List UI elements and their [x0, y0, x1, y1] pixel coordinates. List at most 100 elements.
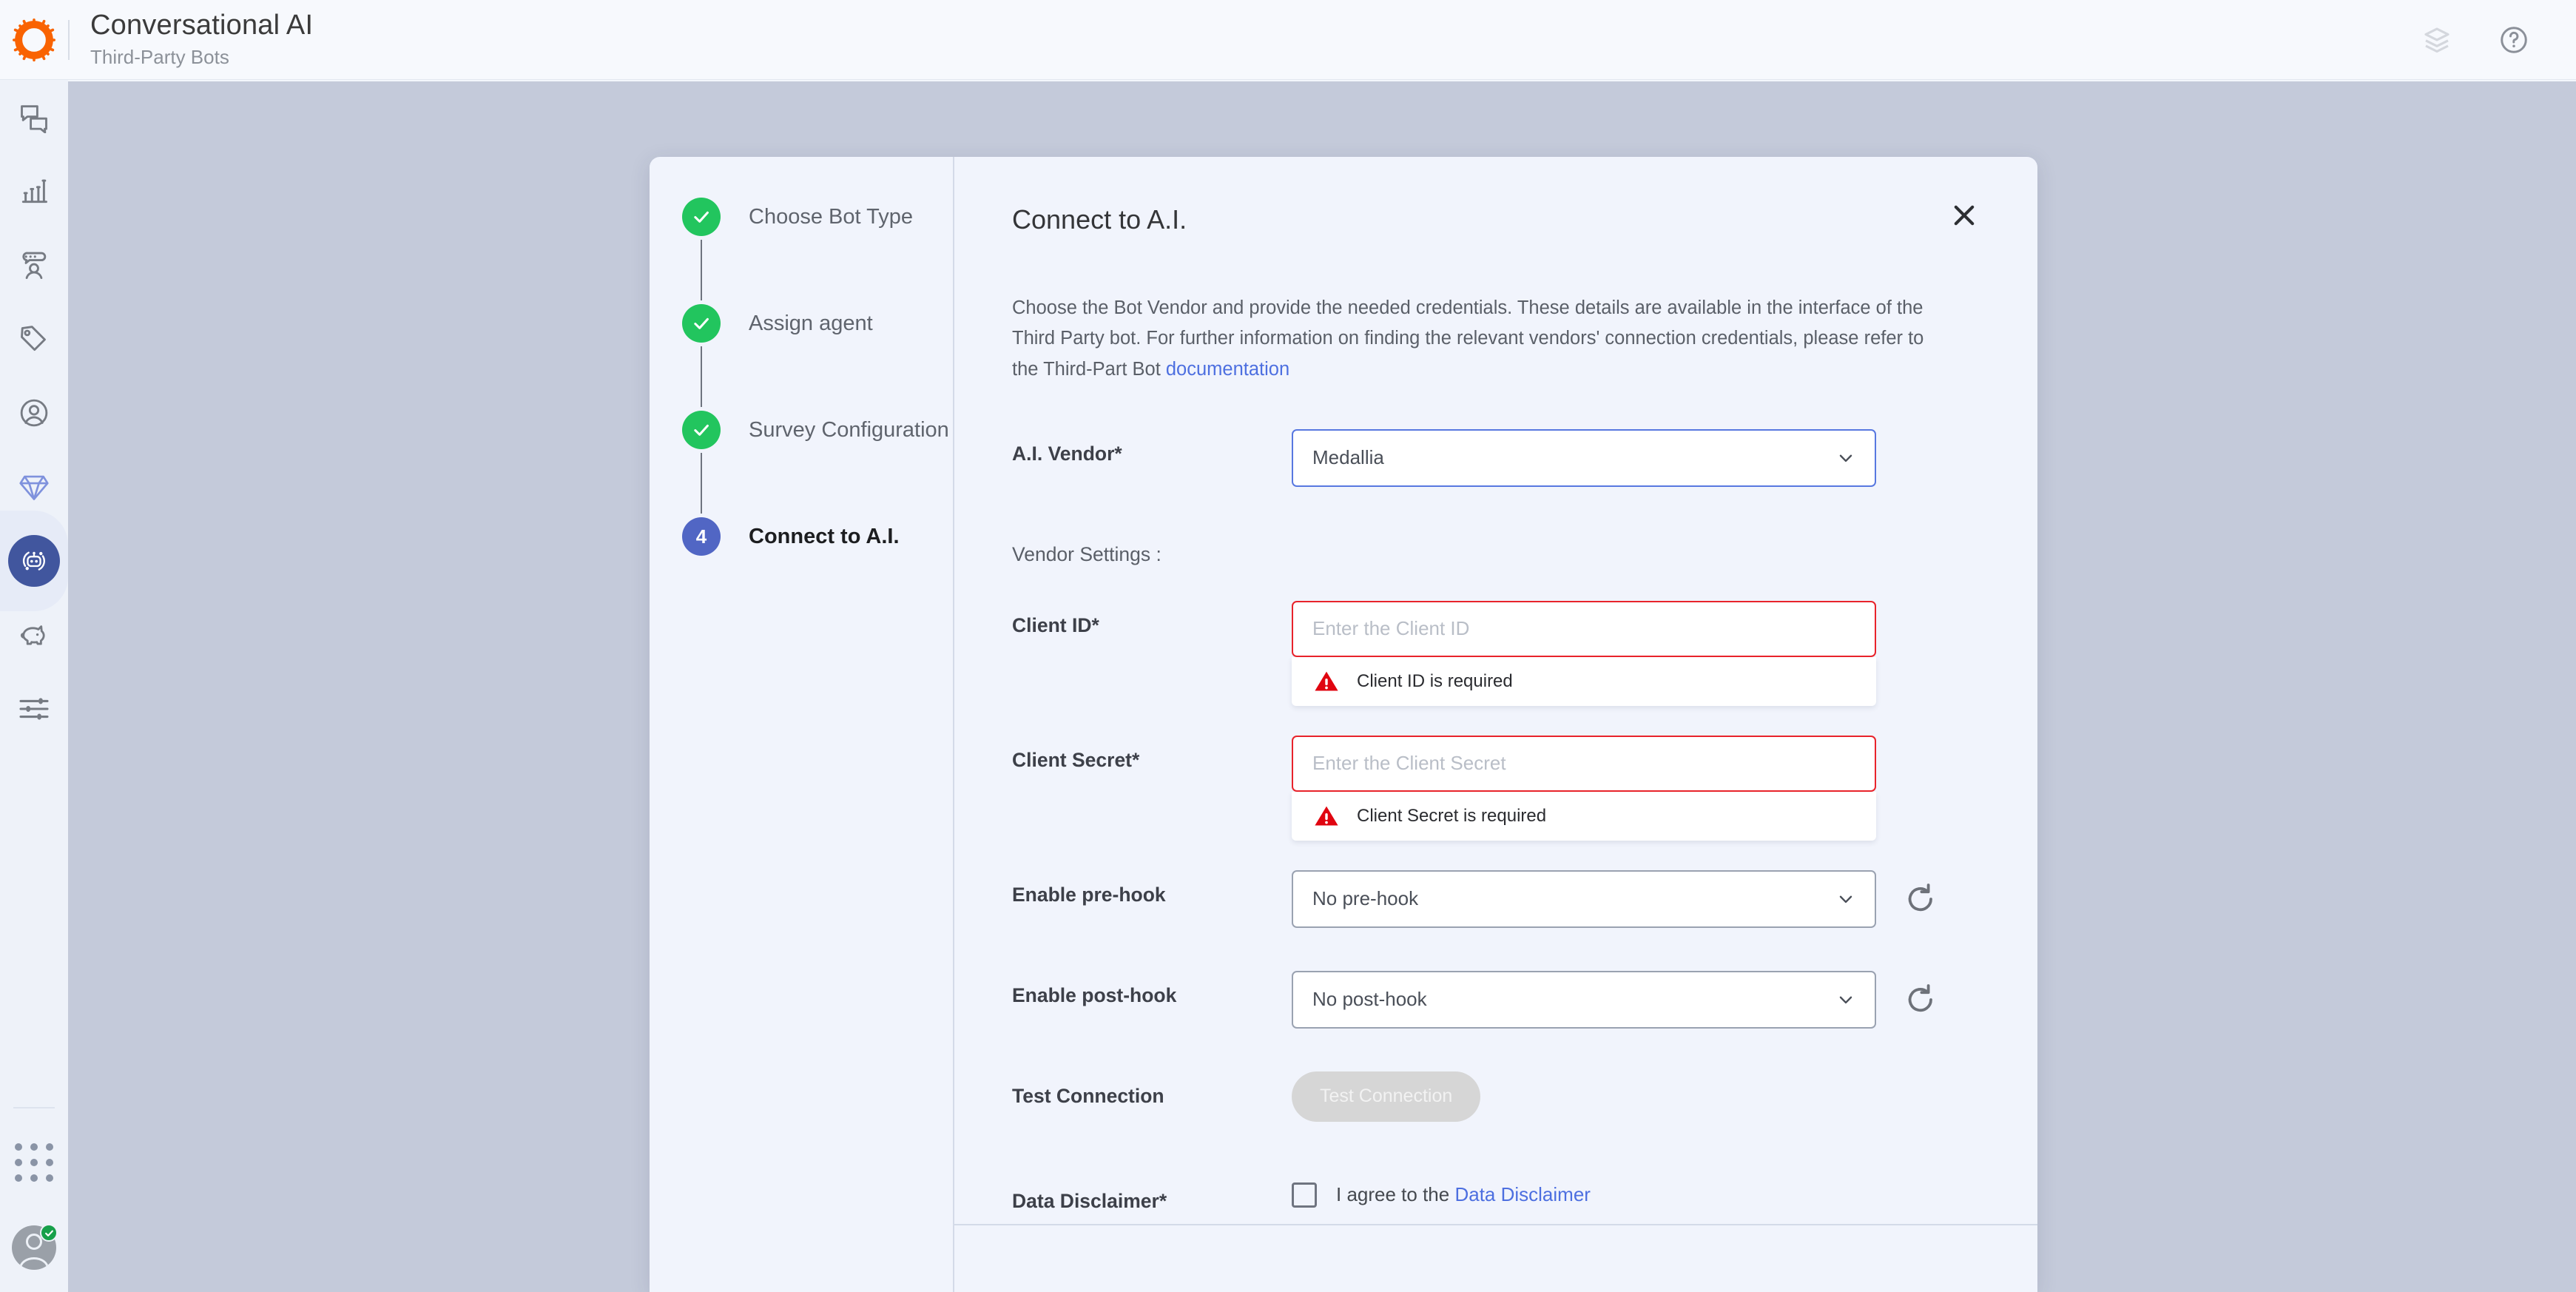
- post-hook-wrap: No post-hook: [1292, 970, 1980, 1029]
- check-icon: [694, 424, 709, 436]
- field-row-data-disclaimer: Data Disclaimer* I agree to the Data Dis…: [1012, 1177, 1980, 1218]
- pre-hook-value: No pre-hook: [1312, 887, 1419, 910]
- data-disclaimer-link[interactable]: Data Disclaimer: [1454, 1183, 1591, 1205]
- chat-bubbles-icon: [21, 105, 47, 133]
- header-actions: [2418, 21, 2576, 59]
- client-secret-control: Client Secret is required: [1292, 735, 1980, 841]
- close-icon[interactable]: [1941, 192, 1987, 238]
- step-survey-configuration[interactable]: Survey Configuration: [682, 407, 954, 453]
- post-hook-value: No post-hook: [1312, 988, 1427, 1011]
- pig-bank-icon: [20, 625, 45, 645]
- connection-form: A.I. Vendor* Medallia Vendor Settings :: [1012, 428, 1980, 1218]
- data-disclaimer-checkbox[interactable]: [1292, 1182, 1317, 1208]
- status-badge-online: [40, 1224, 58, 1242]
- sidebar-item-campaigns[interactable]: [0, 598, 68, 672]
- user-circle-icon: [20, 399, 48, 427]
- ai-vendor-value: Medallia: [1312, 446, 1384, 469]
- help-circle-icon[interactable]: [2495, 21, 2533, 59]
- sidebar-item-conversations[interactable]: [0, 80, 68, 154]
- apps-grid-icon[interactable]: [0, 1122, 68, 1203]
- client-secret-error-text: Client Secret is required: [1357, 805, 1547, 826]
- sidebar-item-conversational-ai[interactable]: [0, 511, 68, 611]
- sidebar-item-settings[interactable]: [0, 672, 68, 746]
- step-assign-agent[interactable]: Assign agent: [682, 300, 954, 346]
- data-disclaimer-checkbox-row: I agree to the Data Disclaimer: [1292, 1177, 1980, 1208]
- ai-vendor-control: Medallia: [1292, 428, 1980, 487]
- test-connection-label: Test Connection: [1012, 1084, 1164, 1107]
- pre-hook-label: Enable pre-hook: [1012, 883, 1166, 906]
- modal-footer: [954, 1224, 2037, 1292]
- top-header-bar: Conversational AI Third-Party Bots: [0, 0, 2576, 80]
- modal-description: Choose the Bot Vendor and provide the ne…: [1012, 293, 1952, 385]
- step-badge-current: 4: [682, 517, 721, 556]
- data-disclaimer-control: I agree to the Data Disclaimer: [1292, 1177, 1980, 1208]
- data-disclaimer-text: I agree to the Data Disclaimer: [1336, 1183, 1591, 1206]
- post-hook-select[interactable]: No post-hook: [1292, 970, 1876, 1029]
- sliders-icon: [19, 698, 49, 720]
- client-id-control: Client ID is required: [1292, 600, 1980, 706]
- field-row-pre-hook: Enable pre-hook No pre-hook: [1012, 869, 1980, 928]
- step-label: Connect to A.I.: [749, 524, 900, 548]
- check-icon: [694, 211, 709, 223]
- client-secret-error-tooltip: Client Secret is required: [1292, 791, 1876, 841]
- step-connect-to-ai[interactable]: 4 Connect to A.I.: [682, 514, 954, 559]
- active-nav-indicator: [8, 535, 60, 587]
- app-logo[interactable]: [0, 18, 68, 61]
- test-connection-button[interactable]: Test Connection: [1292, 1071, 1481, 1122]
- connect-to-ai-modal: Choose Bot Type Assign agent Survey Conf…: [650, 157, 2037, 1292]
- step-choose-bot-type[interactable]: Choose Bot Type: [682, 194, 954, 240]
- header-divider: [68, 19, 70, 60]
- layers-icon[interactable]: [2418, 21, 2456, 59]
- gear-icon: [13, 18, 55, 61]
- diamond-icon: [19, 475, 49, 500]
- client-id-error-tooltip: Client ID is required: [1292, 656, 1876, 706]
- client-id-error-text: Client ID is required: [1357, 670, 1513, 691]
- page-subtitle: Third-Party Bots: [90, 46, 229, 69]
- user-avatar[interactable]: [0, 1203, 68, 1292]
- post-hook-refresh-icon[interactable]: [1901, 980, 1940, 1019]
- tag-icon: [21, 326, 46, 351]
- pre-hook-select[interactable]: No pre-hook: [1292, 869, 1876, 928]
- documentation-link[interactable]: documentation: [1166, 359, 1289, 380]
- pre-hook-refresh-icon[interactable]: [1901, 880, 1940, 918]
- step-badge-done: [682, 198, 721, 236]
- field-row-post-hook: Enable post-hook No post-hook: [1012, 970, 1980, 1029]
- client-id-input[interactable]: [1292, 600, 1876, 657]
- sidebar-item-tags[interactable]: [0, 302, 68, 376]
- sidebar-item-agents[interactable]: [0, 228, 68, 302]
- step-connector: [701, 346, 702, 407]
- modal-content: Connect to A.I. Choose the Bot Vendor an…: [954, 157, 2037, 1292]
- step-badge-done: [682, 304, 721, 343]
- description-text: Choose the Bot Vendor and provide the ne…: [1012, 297, 1924, 380]
- check-icon: [694, 317, 709, 329]
- agent-chat-icon: [22, 252, 47, 280]
- chevron-down-icon: [1839, 454, 1852, 462]
- field-row-client-secret: Client Secret* Client Secret is required: [1012, 735, 1980, 841]
- post-hook-control: No post-hook: [1292, 970, 1980, 1029]
- sidebar-item-analytics[interactable]: [0, 154, 68, 228]
- pre-hook-wrap: No pre-hook: [1292, 869, 1980, 928]
- apps-grid-dots: [15, 1143, 53, 1182]
- step-label: Choose Bot Type: [749, 204, 913, 229]
- pre-hook-control: No pre-hook: [1292, 869, 1980, 928]
- ai-vendor-label: A.I. Vendor*: [1012, 442, 1122, 465]
- page-title: Conversational AI: [90, 10, 314, 41]
- rail-separator: [13, 1107, 55, 1108]
- client-secret-label: Client Secret*: [1012, 748, 1140, 771]
- data-disclaimer-label: Data Disclaimer*: [1012, 1189, 1167, 1212]
- field-row-ai-vendor: A.I. Vendor* Medallia: [1012, 428, 1980, 487]
- post-hook-label: Enable post-hook: [1012, 983, 1177, 1006]
- chevron-down-icon: [1839, 895, 1852, 903]
- sidebar-item-users[interactable]: [0, 376, 68, 450]
- check-icon: [44, 1230, 53, 1237]
- step-connector: [701, 453, 702, 514]
- field-row-test-connection: Test Connection Test Connection: [1012, 1071, 1980, 1122]
- client-secret-input[interactable]: [1292, 735, 1876, 792]
- step-badge-done: [682, 411, 721, 449]
- ai-vendor-select[interactable]: Medallia: [1292, 428, 1876, 487]
